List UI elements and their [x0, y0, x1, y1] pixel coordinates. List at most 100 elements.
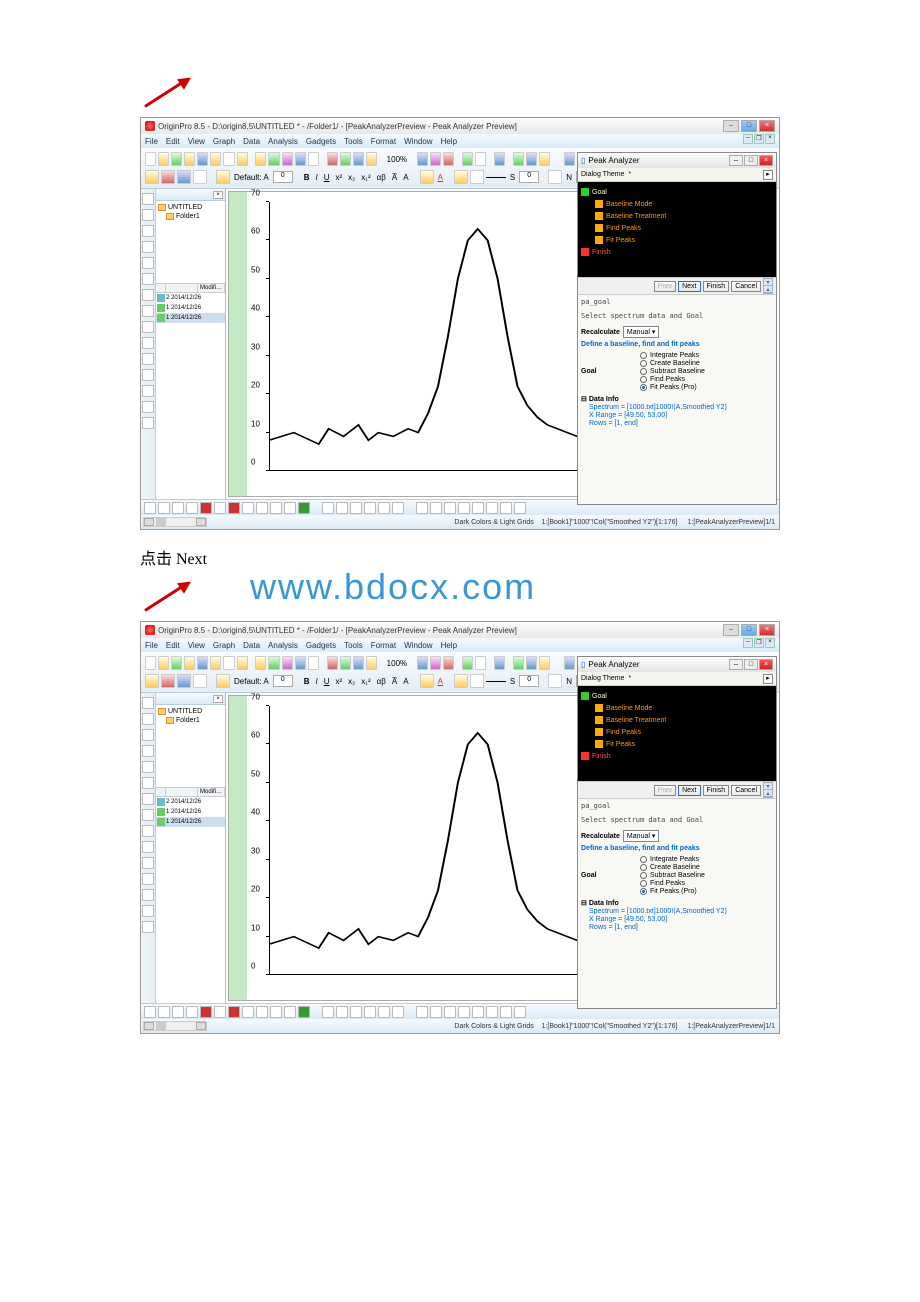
mask6-icon[interactable]	[392, 1006, 404, 1018]
column-icon[interactable]	[186, 1006, 198, 1018]
style1-icon[interactable]	[145, 170, 159, 184]
menu-graph[interactable]: Graph	[213, 641, 235, 650]
goal-integrate[interactable]: Integrate Peaks	[640, 856, 705, 863]
template-icon[interactable]	[268, 656, 279, 670]
menu-gadgets[interactable]: Gadgets	[306, 137, 336, 146]
mask-icon[interactable]	[142, 889, 154, 901]
pe-folder[interactable]: Folder1	[166, 212, 223, 221]
matrix-icon[interactable]	[210, 656, 221, 670]
mdi-restore[interactable]: ❐	[754, 638, 764, 648]
zoom-value[interactable]: 100%	[385, 155, 409, 164]
pe-row[interactable]: 1 2014/12/26	[156, 303, 225, 313]
step-baseline-treatment[interactable]: Baseline Treatment	[606, 717, 666, 724]
pe-row[interactable]: 1 2014/12/26	[156, 313, 225, 323]
surface-icon[interactable]	[270, 1006, 282, 1018]
layer-indicator[interactable]	[229, 696, 247, 1000]
rect-icon[interactable]	[548, 170, 562, 184]
close-button[interactable]: ×	[759, 120, 775, 132]
line-style-icon[interactable]	[486, 681, 506, 682]
maximize-button[interactable]: □	[741, 624, 757, 636]
tools1-icon[interactable]	[430, 656, 441, 670]
alpha-icon[interactable]: αβ	[375, 677, 388, 686]
recalculate-select[interactable]: Manual ▾	[623, 326, 659, 338]
pe-row[interactable]: 2 2014/12/26	[156, 797, 225, 807]
pa-max-button[interactable]: □	[744, 659, 758, 670]
mask1-icon[interactable]	[322, 1006, 334, 1018]
pointer-icon[interactable]	[142, 193, 154, 205]
print2-icon[interactable]	[417, 152, 428, 166]
new-icon[interactable]	[145, 152, 156, 166]
pie-icon[interactable]	[228, 1006, 240, 1018]
cut-icon[interactable]	[494, 656, 505, 670]
import-icon[interactable]	[282, 152, 293, 166]
pe-root[interactable]: UNTITLED	[158, 203, 223, 212]
theme-menu-button[interactable]: ▸	[763, 674, 773, 684]
menu-format[interactable]: Format	[371, 137, 396, 146]
draw2-icon[interactable]	[142, 273, 154, 285]
lock4-icon[interactable]	[458, 502, 470, 514]
col-icon[interactable]	[156, 284, 166, 292]
data-info-header[interactable]: ⊟ Data Info	[581, 395, 773, 403]
mask1-icon[interactable]	[322, 502, 334, 514]
underline-icon[interactable]: U	[322, 173, 332, 182]
lock5-icon[interactable]	[472, 502, 484, 514]
lock8-icon[interactable]	[514, 1006, 526, 1018]
subsup-icon[interactable]: x₁²	[359, 173, 372, 182]
mask5-icon[interactable]	[378, 502, 390, 514]
mask6-icon[interactable]	[392, 502, 404, 514]
font-color-icon[interactable]: A	[436, 173, 445, 182]
font-color-icon[interactable]: A	[436, 677, 445, 686]
layout-icon[interactable]	[237, 656, 248, 670]
db2-icon[interactable]	[475, 656, 486, 670]
lock2-icon[interactable]	[430, 502, 442, 514]
open-icon[interactable]	[158, 152, 169, 166]
mdi-min[interactable]: –	[743, 134, 753, 144]
font-size[interactable]: 0	[273, 675, 293, 687]
menu-edit[interactable]: Edit	[166, 137, 180, 146]
italic-icon[interactable]: I	[313, 677, 319, 686]
line-style-icon[interactable]	[486, 177, 506, 178]
print-icon[interactable]	[308, 656, 319, 670]
prev-button[interactable]: Prev	[654, 281, 676, 292]
vector-icon[interactable]	[284, 502, 296, 514]
step-goal[interactable]: Goal	[592, 693, 607, 700]
col-modified[interactable]: Modifi…	[198, 284, 225, 292]
mask3-icon[interactable]	[350, 502, 362, 514]
dec-font-icon[interactable]: A	[401, 173, 410, 182]
sel-icon[interactable]	[142, 417, 154, 429]
menu-graph[interactable]: Graph	[213, 137, 235, 146]
t-icon[interactable]	[142, 337, 154, 349]
region-icon[interactable]	[142, 905, 154, 917]
sup-icon[interactable]: x²	[333, 677, 344, 686]
db1-icon[interactable]	[462, 152, 473, 166]
tools2-icon[interactable]	[443, 152, 454, 166]
mdi-close[interactable]: ×	[765, 134, 775, 144]
next-button[interactable]: Next	[678, 785, 700, 796]
step-finish[interactable]: Finish	[592, 753, 611, 760]
template-icon[interactable]	[268, 152, 279, 166]
fill1-icon[interactable]	[454, 170, 468, 184]
sup-icon[interactable]: x²	[333, 173, 344, 182]
pa-min-button[interactable]: –	[729, 659, 743, 670]
tools1-icon[interactable]	[430, 152, 441, 166]
lock7-icon[interactable]	[500, 502, 512, 514]
style3-icon[interactable]	[177, 674, 191, 688]
line-plot-icon[interactable]	[144, 1006, 156, 1018]
menu-file[interactable]: File	[145, 137, 158, 146]
zoom-value[interactable]: 100%	[385, 659, 409, 668]
pe-row[interactable]: 2 2014/12/26	[156, 293, 225, 303]
step-fit-peaks[interactable]: Fit Peaks	[606, 237, 635, 244]
sub-icon[interactable]: x₂	[346, 677, 357, 686]
lock6-icon[interactable]	[486, 1006, 498, 1018]
style4-icon[interactable]	[193, 170, 207, 184]
step-baseline-treatment[interactable]: Baseline Treatment	[606, 213, 666, 220]
goal-find[interactable]: Find Peaks	[640, 880, 705, 887]
color1-icon[interactable]	[420, 170, 434, 184]
graph-icon[interactable]	[197, 656, 208, 670]
lock8-icon[interactable]	[514, 502, 526, 514]
mask2-icon[interactable]	[336, 1006, 348, 1018]
cursor-icon[interactable]	[142, 873, 154, 885]
line-plot-icon[interactable]	[144, 502, 156, 514]
s-val[interactable]: 0	[519, 675, 539, 687]
style3-icon[interactable]	[177, 170, 191, 184]
